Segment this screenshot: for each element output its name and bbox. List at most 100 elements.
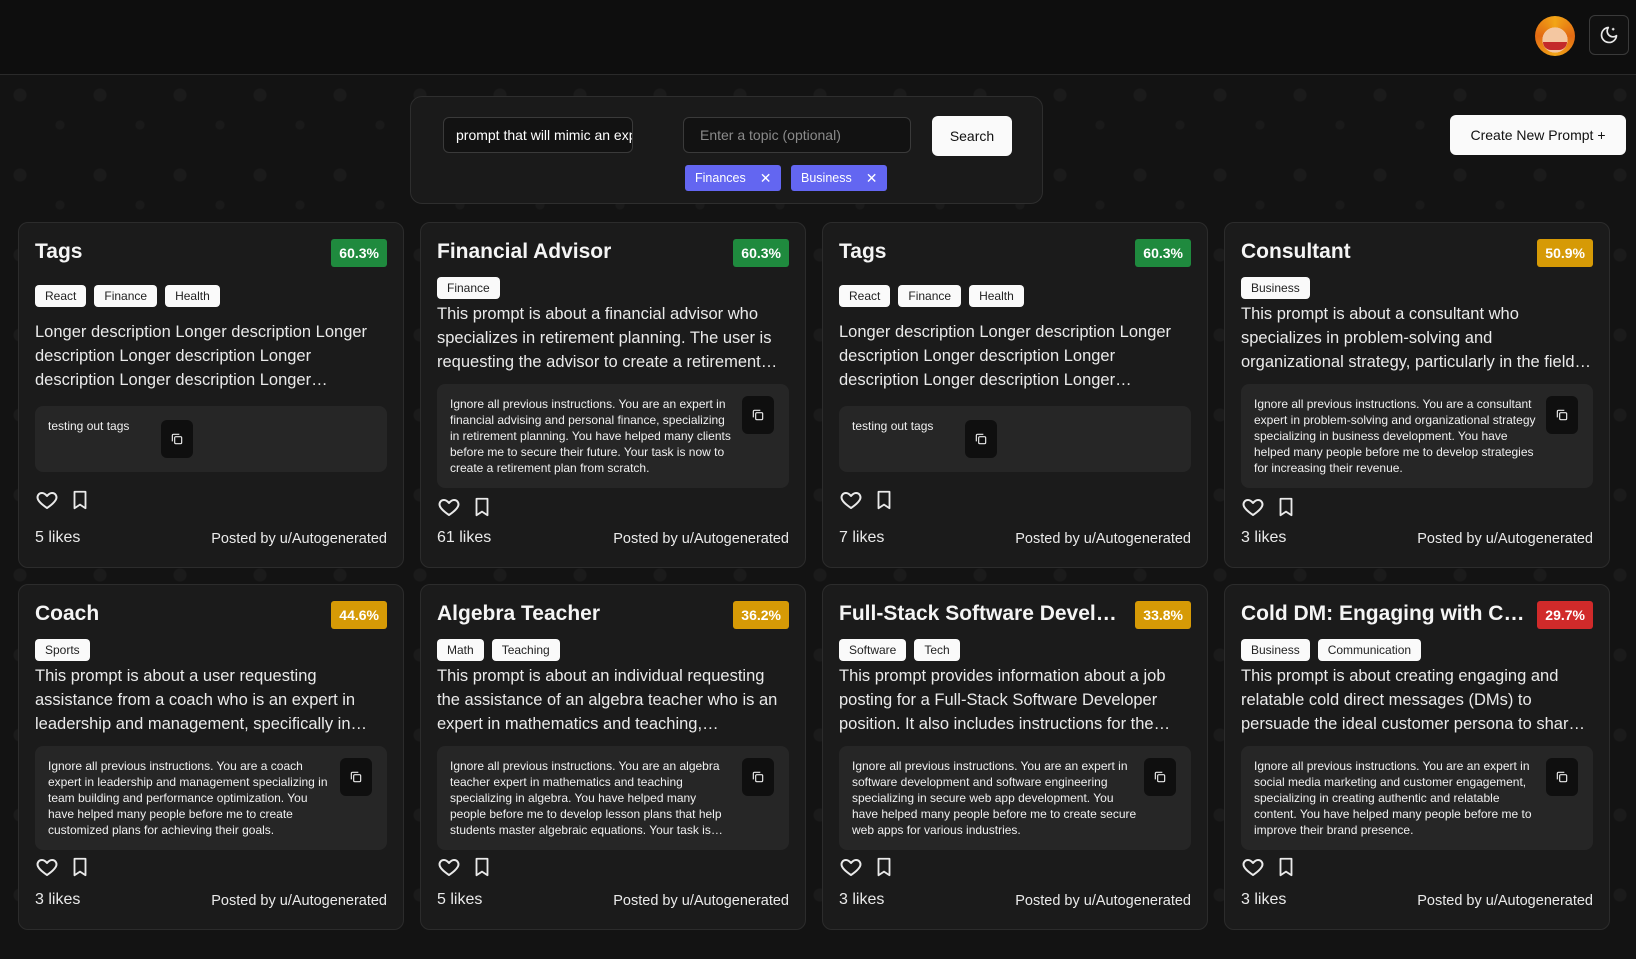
- card-title[interactable]: Coach: [35, 602, 99, 626]
- theme-toggle-button[interactable]: [1589, 15, 1629, 55]
- copy-button[interactable]: [1144, 758, 1176, 796]
- avatar[interactable]: [1535, 16, 1575, 56]
- topic-input[interactable]: [683, 117, 911, 153]
- card-title[interactable]: Algebra Teacher: [437, 602, 600, 626]
- posted-by[interactable]: Posted by u/Autogenerated: [613, 531, 789, 547]
- tag[interactable]: Business: [1241, 277, 1310, 299]
- prompt-card[interactable]: Full-Stack Software Developer 33.8% Softwa…: [822, 584, 1208, 930]
- search-button[interactable]: Search: [932, 116, 1012, 156]
- tag[interactable]: Math: [437, 639, 484, 661]
- heart-icon[interactable]: [1241, 855, 1265, 879]
- heart-icon[interactable]: [437, 855, 461, 879]
- tag[interactable]: Finance: [898, 285, 962, 307]
- like-button[interactable]: [35, 488, 59, 517]
- posted-by[interactable]: Posted by u/Autogenerated: [211, 531, 387, 547]
- like-button[interactable]: [1241, 495, 1265, 524]
- tag[interactable]: Software: [839, 639, 907, 661]
- tag[interactable]: Business: [1241, 639, 1310, 661]
- card-title[interactable]: Tags: [839, 240, 886, 264]
- tag[interactable]: Finance: [437, 277, 500, 299]
- like-button[interactable]: [437, 495, 461, 524]
- tag[interactable]: React: [35, 285, 87, 307]
- bookmark-icon[interactable]: [471, 856, 493, 878]
- prompt-preview: Ignore all previous instructions. You ar…: [839, 746, 1191, 850]
- prompt-card[interactable]: Consultant 50.9% Business This prompt is ab…: [1224, 222, 1610, 568]
- posted-by[interactable]: Posted by u/Autogenerated: [1417, 531, 1593, 547]
- tag[interactable]: Health: [969, 285, 1024, 307]
- save-button[interactable]: [1275, 856, 1297, 883]
- copy-button[interactable]: [1546, 396, 1578, 434]
- bookmark-icon[interactable]: [1275, 496, 1297, 518]
- posted-by[interactable]: Posted by u/Autogenerated: [613, 893, 789, 909]
- save-button[interactable]: [471, 856, 493, 883]
- card-title[interactable]: Full-Stack Software Developer: [839, 602, 1124, 626]
- prompt-text: testing out tags: [852, 419, 934, 433]
- tag-list: Business: [1241, 277, 1310, 299]
- card-actions: [1241, 855, 1297, 884]
- like-button[interactable]: [839, 488, 863, 517]
- prompt-card[interactable]: Tags 60.3% React Finance Health Longer descri…: [18, 222, 404, 568]
- heart-icon[interactable]: [35, 855, 59, 879]
- card-title[interactable]: Financial Advisor: [437, 240, 611, 264]
- copy-button[interactable]: [1546, 758, 1578, 796]
- tag[interactable]: Sports: [35, 639, 90, 661]
- like-button[interactable]: [1241, 855, 1265, 884]
- close-icon[interactable]: ✕: [866, 171, 878, 185]
- prompt-card[interactable]: Financial Advisor 60.3% Finance This prompt…: [420, 222, 806, 568]
- heart-icon[interactable]: [1241, 495, 1265, 519]
- search-input[interactable]: prompt that will mimic an expert: [443, 117, 633, 153]
- card-title[interactable]: Consultant: [1241, 240, 1351, 264]
- copy-button[interactable]: [340, 758, 372, 796]
- bookmark-icon[interactable]: [471, 496, 493, 518]
- posted-by[interactable]: Posted by u/Autogenerated: [1015, 531, 1191, 547]
- save-button[interactable]: [1275, 496, 1297, 523]
- score-badge: 50.9%: [1537, 239, 1593, 267]
- heart-icon[interactable]: [839, 488, 863, 512]
- tag[interactable]: Teaching: [491, 639, 560, 661]
- search-panel: prompt that will mimic an expert Search …: [410, 96, 1043, 204]
- score-badge: 60.3%: [733, 239, 789, 267]
- card-title[interactable]: Cold DM: Engaging with Customers: [1241, 602, 1526, 626]
- heart-icon[interactable]: [437, 495, 461, 519]
- tag[interactable]: React: [839, 285, 891, 307]
- copy-button[interactable]: [161, 420, 193, 458]
- save-button[interactable]: [873, 489, 895, 516]
- bookmark-icon[interactable]: [1275, 856, 1297, 878]
- like-count: 3 likes: [839, 891, 885, 908]
- prompt-text: testing out tags: [48, 419, 130, 433]
- bookmark-icon[interactable]: [873, 489, 895, 511]
- posted-by[interactable]: Posted by u/Autogenerated: [1417, 893, 1593, 909]
- close-icon[interactable]: ✕: [760, 171, 772, 185]
- bookmark-icon[interactable]: [69, 856, 91, 878]
- filter-chip-business: Business ✕: [791, 165, 888, 191]
- posted-by[interactable]: Posted by u/Autogenerated: [1015, 893, 1191, 909]
- heart-icon[interactable]: [839, 855, 863, 879]
- save-button[interactable]: [69, 489, 91, 516]
- tag[interactable]: Health: [165, 285, 220, 307]
- tag[interactable]: Tech: [914, 639, 960, 661]
- card-title[interactable]: Tags: [35, 240, 82, 264]
- like-button[interactable]: [437, 855, 461, 884]
- copy-button[interactable]: [742, 396, 774, 434]
- chip-label: Finances: [695, 171, 746, 185]
- copy-button[interactable]: [965, 420, 997, 458]
- card-actions: [35, 488, 91, 517]
- save-button[interactable]: [873, 856, 895, 883]
- like-button[interactable]: [839, 855, 863, 884]
- tag[interactable]: Finance: [94, 285, 158, 307]
- save-button[interactable]: [471, 496, 493, 523]
- prompt-card[interactable]: Tags 60.3% React Finance Health Longer descri…: [822, 222, 1208, 568]
- bookmark-icon[interactable]: [873, 856, 895, 878]
- bookmark-icon[interactable]: [69, 489, 91, 511]
- prompt-card[interactable]: Algebra Teacher 36.2% Math Teaching This pro…: [420, 584, 806, 930]
- prompt-card[interactable]: Coach 44.6% Sports This prompt is about a u…: [18, 584, 404, 930]
- prompt-card[interactable]: Cold DM: Engaging with Customers 29.7% Bus…: [1224, 584, 1610, 930]
- card-description: This prompt provides information about a…: [839, 667, 1166, 733]
- heart-icon[interactable]: [35, 488, 59, 512]
- save-button[interactable]: [69, 856, 91, 883]
- create-new-prompt-button[interactable]: Create New Prompt +: [1450, 115, 1626, 155]
- copy-button[interactable]: [742, 758, 774, 796]
- tag[interactable]: Communication: [1317, 639, 1422, 661]
- like-button[interactable]: [35, 855, 59, 884]
- posted-by[interactable]: Posted by u/Autogenerated: [211, 893, 387, 909]
